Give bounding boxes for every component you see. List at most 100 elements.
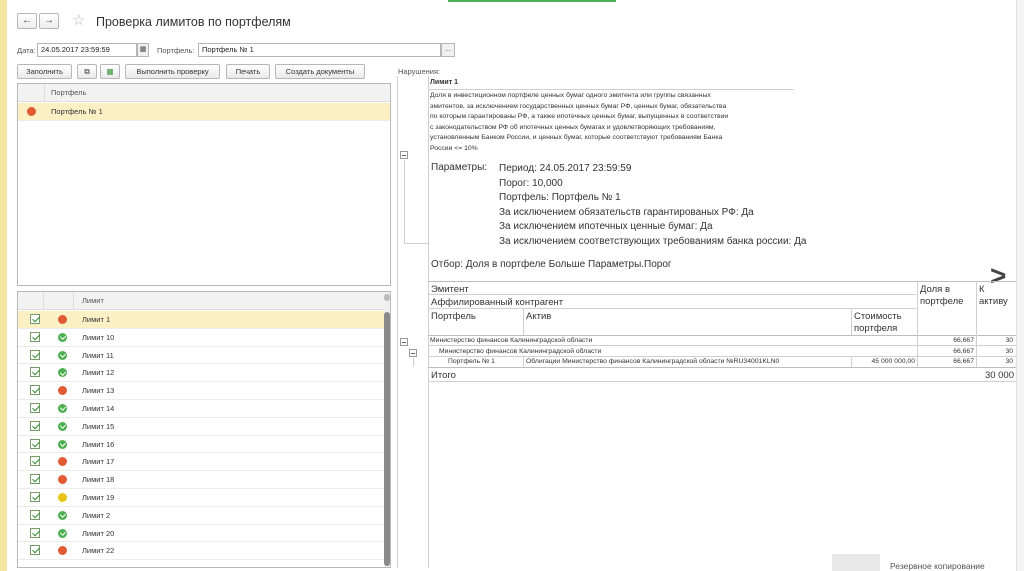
checkbox-checked-icon[interactable] [30, 492, 40, 502]
status-red-icon [58, 386, 67, 396]
limit-name: Лимит 22 [82, 546, 115, 556]
export-button[interactable]: ▦ [100, 64, 120, 79]
back-button[interactable]: ← [17, 13, 37, 29]
checkbox-checked-icon[interactable] [30, 367, 40, 378]
param-item: За исключением ипотечных ценные бумаг: Д… [499, 221, 713, 233]
status-green-icon [58, 332, 67, 342]
forward-button[interactable]: → [39, 13, 59, 29]
limit-name: Лимит 17 [82, 457, 115, 467]
calendar-icon: ▦ [139, 46, 147, 53]
report-row-portfolio[interactable]: Портфель № 1 [448, 358, 495, 365]
limit-name: Лимит 13 [82, 386, 115, 396]
limit-row[interactable]: Лимит 10 [18, 329, 386, 347]
create-documents-button[interactable]: Создать документы [275, 64, 365, 79]
collapse-toggle-icon[interactable] [409, 349, 417, 357]
col-asset: Актив [526, 311, 552, 322]
limit-row[interactable]: Лимит 17 [18, 453, 386, 472]
collapse-toggle-icon[interactable] [400, 151, 408, 159]
col-issuer: Эмитент [431, 284, 469, 295]
checkbox-checked-icon[interactable] [30, 509, 40, 520]
violation-limit-title: Лимит 1 [430, 79, 458, 86]
report-row-affiliate[interactable]: Министерство финансов Калининградской об… [439, 348, 601, 355]
status-green-icon [58, 350, 67, 360]
portfolio-row[interactable]: Портфель № 1 [18, 103, 390, 121]
description-line: Доля в инвестиционном портфеле ценных бу… [430, 92, 711, 99]
page-title: Проверка лимитов по портфелям [96, 15, 291, 29]
fill-button[interactable]: Заполнить [17, 64, 72, 79]
right-scroll-edge [1016, 0, 1024, 571]
param-item: Период: 24.05.2017 23:59:59 [499, 163, 632, 174]
report-row-asset[interactable]: Облигации Министерство финансов Калининг… [526, 358, 779, 365]
print-button[interactable]: Печать [226, 64, 270, 79]
ellipsis-icon: ... [445, 46, 451, 53]
limit-row[interactable]: Лимит 20 [18, 525, 386, 543]
limit-name: Лимит 15 [82, 421, 115, 431]
limit-column-header: Лимит [82, 296, 104, 305]
total-k-value: 30 000 [984, 370, 1014, 381]
checkbox-checked-icon[interactable] [30, 474, 40, 485]
checkbox-checked-icon[interactable] [30, 456, 40, 467]
status-green-icon [58, 404, 67, 413]
status-green-icon [58, 421, 67, 431]
description-line: России <= 10% [430, 144, 478, 152]
checkbox-checked-icon[interactable] [30, 385, 40, 396]
checkbox-checked-icon[interactable] [30, 331, 40, 342]
run-check-button[interactable]: Выполнить проверку [125, 64, 220, 79]
back-arrow-icon: ← [22, 15, 32, 26]
portfolio-select-button[interactable]: ... [441, 43, 455, 57]
limit-name: Лимит 18 [82, 475, 115, 485]
limit-row[interactable]: Лимит 15 [18, 418, 386, 436]
left-accent-bar [0, 0, 7, 571]
app-window: ← → ☆ Проверка лимитов по портфелям Дата… [0, 0, 1024, 571]
limit-name: Лимит 2 [82, 510, 111, 520]
backup-notification[interactable]: Резервное копирование [890, 561, 985, 571]
limit-row[interactable]: Лимит 11 [18, 347, 386, 365]
col-affiliate: Аффилированный контрагент [431, 297, 564, 308]
portfolio-column-header: Портфель [51, 88, 87, 97]
description-line: по которым гарантированы РФ, а также ипо… [430, 113, 729, 120]
report-row-share: 66,667 [953, 337, 974, 344]
description-line: эмитентов, за исключением государственны… [430, 102, 727, 110]
checkbox-checked-icon[interactable] [30, 349, 40, 360]
portfolio-field[interactable]: Портфель № 1 [198, 43, 441, 57]
status-red-icon [58, 315, 67, 324]
params-list: Период: 24.05.2017 23:59:59 Порог: 10,00… [499, 162, 806, 250]
forward-arrow-icon: → [44, 15, 54, 26]
portfolio-table-header: Портфель [18, 84, 390, 102]
limit-row[interactable]: Лимит 12 [18, 364, 386, 383]
param-item: За исключением соответствующих требовани… [499, 235, 807, 247]
limit-row[interactable]: Лимит 19 [18, 489, 386, 507]
checkbox-checked-icon[interactable] [30, 545, 40, 556]
limit-row[interactable]: Лимит 2 [18, 507, 386, 525]
collapse-toggle-icon[interactable] [400, 338, 408, 346]
param-item: Порог: 10,000 [499, 177, 563, 189]
limit-row[interactable]: Лимит 1 [18, 311, 386, 329]
status-green-icon [58, 510, 67, 520]
portfolio-table: Портфель Портфель № 1 [17, 83, 391, 286]
date-field[interactable]: 24.05.2017 23:59:59 [37, 43, 137, 57]
report-row-share: 66,667 [953, 358, 974, 365]
limit-row[interactable]: Лимит 18 [18, 471, 386, 489]
scroll-thumb[interactable] [384, 312, 390, 566]
limit-name: Лимит 1 [82, 315, 111, 324]
limit-row[interactable]: Лимит 14 [18, 400, 386, 418]
checkbox-checked-icon[interactable] [30, 403, 40, 413]
favorite-star-icon[interactable]: ☆ [72, 13, 85, 29]
date-label: Дата: [17, 46, 36, 55]
limit-row[interactable]: Лимит 16 [18, 436, 386, 454]
checkbox-checked-icon[interactable] [30, 420, 40, 431]
checkbox-checked-icon[interactable] [30, 527, 40, 538]
report-row-k: 30 [1005, 348, 1013, 355]
report-row-issuer[interactable]: Министерство финансов Калининградской об… [430, 337, 592, 344]
limit-row[interactable]: Лимит 22 [18, 542, 386, 561]
report-row-k: 30 [1005, 337, 1013, 344]
checkbox-checked-icon[interactable] [30, 314, 40, 324]
description-line: с законодательством РФ об ипотечных ценн… [430, 123, 716, 131]
calendar-button[interactable]: ▦ [137, 43, 149, 57]
checkbox-checked-icon[interactable] [30, 438, 40, 449]
limit-row[interactable]: Лимит 13 [18, 382, 386, 400]
top-tab-indicator [448, 0, 616, 2]
limits-scrollbar[interactable] [384, 292, 390, 567]
copy-button[interactable]: ⧉ [77, 64, 97, 79]
param-item: Портфель: Портфель № 1 [499, 192, 621, 204]
